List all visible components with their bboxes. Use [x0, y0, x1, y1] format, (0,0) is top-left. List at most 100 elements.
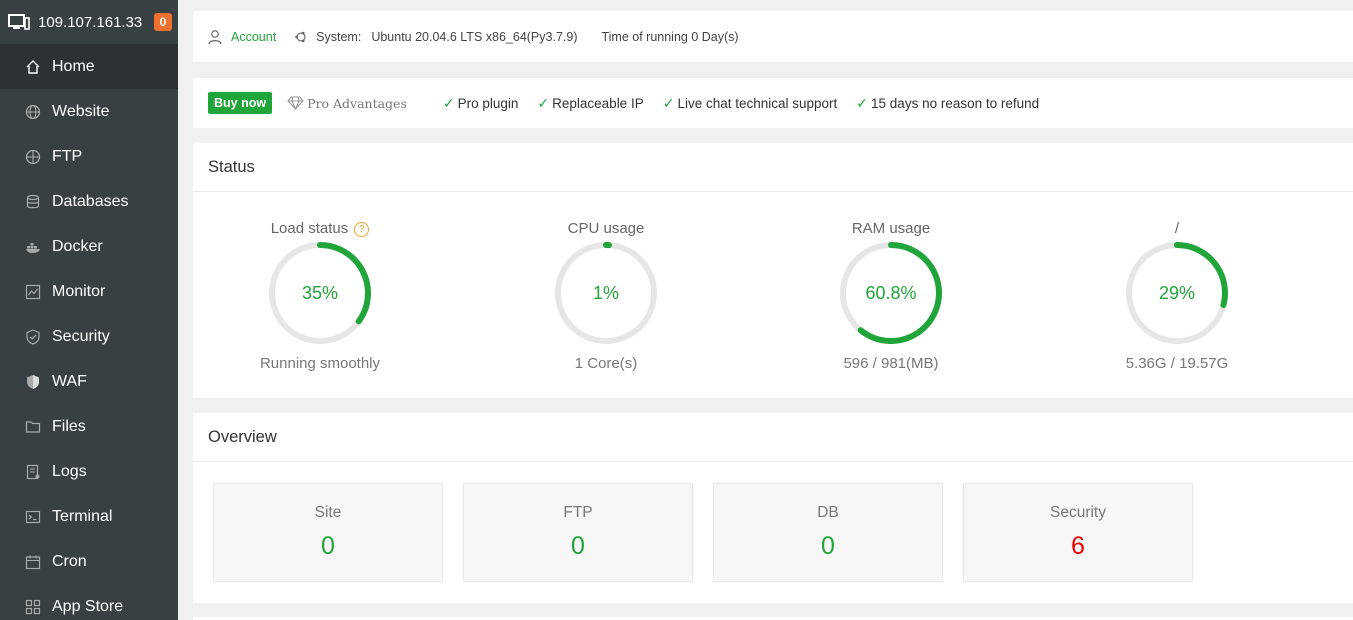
- sidebar-item-label: Monitor: [52, 282, 106, 300]
- sidebar-item-home[interactable]: Home: [0, 44, 178, 89]
- help-icon[interactable]: ?: [354, 222, 370, 237]
- gauges: Load status? 35% Running smoothly CPU us…: [193, 192, 1353, 397]
- feature-label: Live chat technical support: [677, 95, 838, 111]
- user-icon: [208, 29, 222, 44]
- overview-panel: Overview Site 0 FTP 0 DB 0 Security 6: [193, 413, 1353, 603]
- pro-advantages[interactable]: Pro Advantages: [287, 96, 407, 111]
- card-value: 0: [571, 532, 585, 560]
- card-ftp[interactable]: FTP 0: [463, 483, 693, 582]
- system-info-bar: Account System: Ubuntu 20.04.6 LTS x86_6…: [193, 11, 1353, 62]
- notification-badge[interactable]: 0: [154, 13, 172, 31]
- gauge-subtitle: 1 Core(s): [574, 355, 638, 372]
- sidebar-item-terminal[interactable]: Terminal: [0, 494, 178, 539]
- gauge-subtitle: 5.36G / 19.57G: [1125, 355, 1229, 372]
- gauge-value: 1%: [592, 282, 619, 303]
- sidebar-item-label: Logs: [52, 462, 87, 480]
- sidebar-item-label: Home: [52, 57, 95, 75]
- card-site[interactable]: Site 0: [213, 483, 443, 582]
- grid-icon: [24, 598, 41, 615]
- ftp-icon: [24, 148, 41, 165]
- monitor-icon: [8, 14, 30, 30]
- feature-refund: ✓ 15 days no reason to refund: [856, 95, 1039, 112]
- card-label: FTP: [563, 504, 593, 521]
- database-icon: [24, 193, 41, 210]
- sidebar-item-label: Docker: [52, 237, 103, 255]
- sidebar-item-label: FTP: [52, 147, 83, 165]
- sidebar: 109.107.161.33 0 Home Website FTP Databa…: [0, 0, 178, 620]
- calendar-icon: [24, 553, 41, 570]
- check-icon: ✓: [442, 94, 455, 111]
- gauge-title: RAM usage: [851, 220, 931, 237]
- gauge-subtitle: 596 / 981(MB): [843, 355, 939, 372]
- shield-icon: [24, 328, 41, 345]
- gauge-title: CPU usage: [567, 220, 645, 237]
- gauge-value: 60.8%: [865, 282, 917, 303]
- monitor-chart-icon: [24, 283, 41, 300]
- home-icon: [24, 58, 41, 75]
- gauge-title: Load status?: [230, 220, 410, 237]
- sidebar-item-monitor[interactable]: Monitor: [0, 269, 178, 314]
- status-title: Status: [193, 143, 1353, 192]
- feature-label: Replaceable IP: [552, 95, 644, 111]
- sidebar-item-cron[interactable]: Cron: [0, 539, 178, 584]
- account-link[interactable]: Account: [231, 30, 276, 44]
- check-icon: ✓: [662, 94, 675, 111]
- gauge-title: /: [1174, 220, 1180, 237]
- sidebar-item-label: Files: [52, 417, 86, 435]
- folder-icon: [24, 418, 41, 435]
- card-label: Site: [314, 504, 342, 521]
- card-db[interactable]: DB 0: [713, 483, 943, 582]
- feature-label: Pro plugin: [457, 95, 519, 111]
- log-icon: [24, 463, 41, 480]
- terminal-icon: [24, 508, 41, 525]
- system-label: System:: [316, 29, 362, 44]
- sidebar-item-label: Terminal: [52, 507, 113, 525]
- sidebar-item-label: Cron: [52, 552, 87, 570]
- card-label: Security: [1050, 504, 1106, 521]
- server-header: 109.107.161.33 0: [0, 0, 178, 44]
- sidebar-item-databases[interactable]: Databases: [0, 179, 178, 224]
- sidebar-item-security[interactable]: Security: [0, 314, 178, 359]
- uptime-text: Time of running 0 Day(s): [601, 29, 739, 44]
- pro-advantages-label: Pro Advantages: [307, 95, 407, 111]
- gauge-title-text: Load status: [270, 220, 349, 237]
- feature-pro-plugin: ✓ Pro plugin: [443, 95, 519, 112]
- globe-icon: [24, 103, 41, 120]
- feature-label: 15 days no reason to refund: [871, 95, 1040, 111]
- sidebar-item-waf[interactable]: WAF: [0, 359, 178, 404]
- sidebar-item-ftp[interactable]: FTP: [0, 134, 178, 179]
- check-icon: ✓: [537, 94, 550, 111]
- sidebar-item-website[interactable]: Website: [0, 89, 178, 134]
- sidebar-item-label: Databases: [52, 192, 129, 210]
- docker-icon: [24, 238, 41, 255]
- sidebar-item-app-store[interactable]: App Store: [0, 584, 178, 620]
- buy-now-button[interactable]: Buy now: [208, 92, 273, 114]
- sidebar-item-label: Website: [52, 102, 110, 120]
- status-panel: Status Load status? 35% Running smoothly…: [193, 143, 1353, 398]
- overview-cards: Site 0 FTP 0 DB 0 Security 6: [193, 462, 1353, 602]
- sidebar-item-logs[interactable]: Logs: [0, 449, 178, 494]
- feature-replaceable-ip: ✓ Replaceable IP: [537, 95, 643, 112]
- overview-title: Overview: [193, 413, 1353, 462]
- feature-live-chat: ✓ Live chat technical support: [663, 95, 838, 112]
- server-ip: 109.107.161.33: [38, 13, 143, 31]
- gauge-subtitle: Running smoothly: [259, 355, 381, 372]
- card-security[interactable]: Security 6: [963, 483, 1193, 582]
- card-value: 0: [321, 532, 335, 560]
- diamond-icon: [287, 96, 304, 110]
- system-value: Ubuntu 20.04.6 LTS x86_64(Py3.7.9): [371, 29, 578, 44]
- card-label: DB: [817, 504, 839, 521]
- sidebar-item-label: WAF: [52, 372, 87, 390]
- sidebar-item-label: Security: [52, 327, 110, 345]
- sidebar-item-label: App Store: [52, 597, 124, 615]
- gauge-value: 29%: [1158, 282, 1196, 303]
- check-icon: ✓: [856, 94, 869, 111]
- card-value: 0: [821, 532, 835, 560]
- gauge-value: 35%: [301, 282, 339, 303]
- ubuntu-icon: [295, 31, 306, 42]
- pro-promo-bar: Buy now Pro Advantages ✓ Pro plugin ✓ Repl…: [193, 78, 1353, 128]
- waf-shield-icon: [24, 373, 41, 390]
- sidebar-item-docker[interactable]: Docker: [0, 224, 178, 269]
- card-value: 6: [1071, 532, 1085, 560]
- sidebar-item-files[interactable]: Files: [0, 404, 178, 449]
